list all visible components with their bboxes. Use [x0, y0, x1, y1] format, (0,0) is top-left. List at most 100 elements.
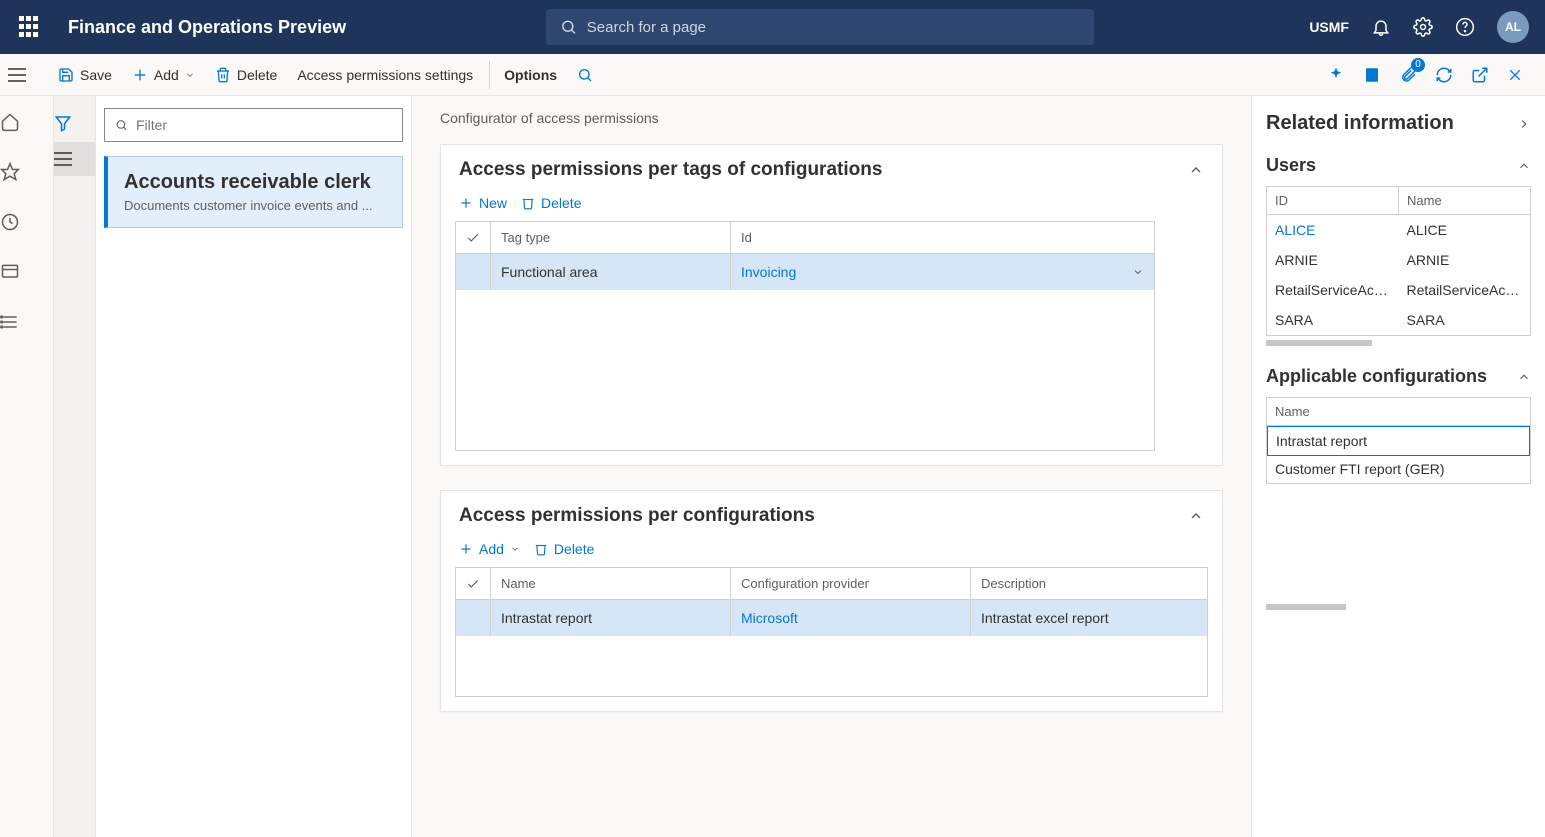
- modules-icon[interactable]: [0, 306, 53, 338]
- nav-toggle-icon[interactable]: [8, 68, 48, 82]
- cell-name[interactable]: Intrastat report: [491, 600, 731, 637]
- select-all-checkbox[interactable]: [456, 568, 491, 600]
- collapse-icon[interactable]: [1188, 508, 1204, 524]
- cell-provider[interactable]: Microsoft: [731, 600, 971, 637]
- notifications-icon[interactable]: [1371, 17, 1391, 37]
- cell-user-id[interactable]: ALICE: [1267, 215, 1399, 246]
- list-filter-input[interactable]: [136, 117, 392, 133]
- access-permissions-settings[interactable]: Access permissions settings: [287, 61, 483, 89]
- card-configs: Access permissions per configurations Ad…: [440, 490, 1223, 712]
- cell-user-name: SARA: [1399, 305, 1531, 335]
- cell-user-name: ARNIE: [1399, 245, 1531, 275]
- global-search-input[interactable]: [587, 19, 1080, 36]
- list-filter[interactable]: [104, 108, 403, 142]
- save-button[interactable]: Save: [48, 61, 122, 89]
- trash-icon: [534, 542, 548, 556]
- save-icon: [58, 67, 74, 83]
- app-launcher-icon[interactable]: [16, 13, 44, 41]
- scrollbar[interactable]: [1266, 340, 1372, 346]
- app-title: Finance and Operations Preview: [68, 17, 346, 38]
- collapse-icon[interactable]: [1188, 162, 1204, 178]
- recent-icon[interactable]: [0, 206, 53, 238]
- add-button[interactable]: Add: [122, 61, 205, 89]
- table-row[interactable]: SARASARA: [1267, 305, 1530, 335]
- trash-icon: [521, 196, 535, 210]
- new-button[interactable]: New: [459, 195, 507, 211]
- row-checkbox[interactable]: [456, 600, 491, 637]
- card-tags-title: Access permissions per tags of configura…: [459, 159, 882, 181]
- attachments-icon[interactable]: 0: [1399, 66, 1417, 84]
- popout-icon[interactable]: [1471, 66, 1489, 84]
- col-desc[interactable]: Description: [971, 568, 1208, 600]
- chevron-down-icon: [1132, 266, 1144, 278]
- delete-button[interactable]: Delete: [534, 541, 594, 557]
- table-row[interactable]: ARNIEARNIE: [1267, 245, 1530, 275]
- table-row[interactable]: Functional area Invoicing: [456, 254, 1154, 291]
- list-item[interactable]: Intrastat report: [1267, 426, 1530, 456]
- attachments-badge: 0: [1411, 58, 1425, 72]
- global-search[interactable]: [546, 9, 1094, 45]
- table-row[interactable]: ALICEALICE: [1267, 215, 1530, 246]
- row-checkbox[interactable]: [456, 254, 491, 291]
- col-user-id[interactable]: ID: [1267, 187, 1399, 215]
- favorites-icon[interactable]: [0, 156, 53, 188]
- cell-desc[interactable]: Intrastat excel report: [971, 600, 1208, 637]
- scrollbar[interactable]: [1266, 604, 1346, 610]
- trash-icon: [215, 67, 231, 83]
- col-id[interactable]: Id: [731, 222, 1155, 254]
- list-item[interactable]: Customer FTI report (GER): [1267, 455, 1530, 483]
- cell-user-name: ALICE: [1399, 215, 1531, 246]
- workspaces-icon[interactable]: [0, 256, 53, 288]
- close-icon[interactable]: [1507, 67, 1523, 83]
- cell-user-id[interactable]: SARA: [1267, 305, 1399, 335]
- options-label: Options: [504, 67, 557, 83]
- add-button[interactable]: Add: [459, 541, 520, 557]
- applicable-table: Name Intrastat reportCustomer FTI report…: [1266, 397, 1531, 484]
- cell-user-id[interactable]: RetailServiceAccount: [1267, 275, 1399, 305]
- select-all-checkbox[interactable]: [456, 222, 491, 254]
- home-icon[interactable]: [0, 106, 53, 138]
- plus-icon: [459, 196, 473, 210]
- card-tags: Access permissions per tags of configura…: [440, 144, 1223, 466]
- avatar[interactable]: AL: [1497, 11, 1529, 43]
- chevron-right-icon[interactable]: [1517, 117, 1531, 131]
- help-icon[interactable]: [1455, 17, 1475, 37]
- list-item-desc: Documents customer invoice events and ..…: [124, 198, 386, 213]
- search-action[interactable]: [567, 61, 603, 89]
- legal-entity[interactable]: USMF: [1309, 19, 1349, 35]
- refresh-icon[interactable]: [1435, 66, 1453, 84]
- new-label: New: [479, 195, 507, 211]
- cell-user-id[interactable]: ARNIE: [1267, 245, 1399, 275]
- col-provider[interactable]: Configuration provider: [731, 568, 971, 600]
- filter-tool-icon[interactable]: [54, 104, 95, 142]
- list-item[interactable]: Accounts receivable clerk Documents cust…: [104, 156, 403, 228]
- cell-id[interactable]: Invoicing: [731, 254, 1155, 291]
- search-icon: [577, 67, 593, 83]
- applicable-title: Applicable configurations: [1266, 366, 1487, 387]
- delete-button[interactable]: Delete: [205, 61, 287, 89]
- col-user-name[interactable]: Name: [1399, 187, 1531, 215]
- list-tool-icon[interactable]: [54, 142, 95, 176]
- table-row[interactable]: Intrastat report Microsoft Intrastat exc…: [456, 600, 1207, 637]
- search-icon: [115, 118, 128, 132]
- users-table: ID Name ALICEALICEARNIEARNIERetailServic…: [1266, 186, 1531, 336]
- office-icon[interactable]: [1363, 66, 1381, 84]
- add-label: Add: [154, 67, 179, 83]
- chevron-down-icon: [185, 70, 195, 80]
- col-tagtype[interactable]: Tag type: [491, 222, 731, 254]
- table-row[interactable]: RetailServiceAccountRetailServiceAccount: [1267, 275, 1530, 305]
- chevron-down-icon: [510, 544, 520, 554]
- delete-button[interactable]: Delete: [521, 195, 581, 211]
- collapse-icon[interactable]: [1517, 159, 1531, 173]
- options-tab[interactable]: Options: [489, 61, 567, 89]
- copilot-icon[interactable]: [1327, 66, 1345, 84]
- collapse-icon[interactable]: [1517, 370, 1531, 384]
- col-name[interactable]: Name: [491, 568, 731, 600]
- card-configs-title: Access permissions per configurations: [459, 505, 815, 527]
- col-config-name[interactable]: Name: [1267, 398, 1530, 426]
- cell-tagtype[interactable]: Functional area: [491, 254, 731, 291]
- plus-icon: [132, 67, 148, 83]
- settings-icon[interactable]: [1413, 17, 1433, 37]
- delete-label: Delete: [541, 195, 581, 211]
- users-title: Users: [1266, 155, 1316, 176]
